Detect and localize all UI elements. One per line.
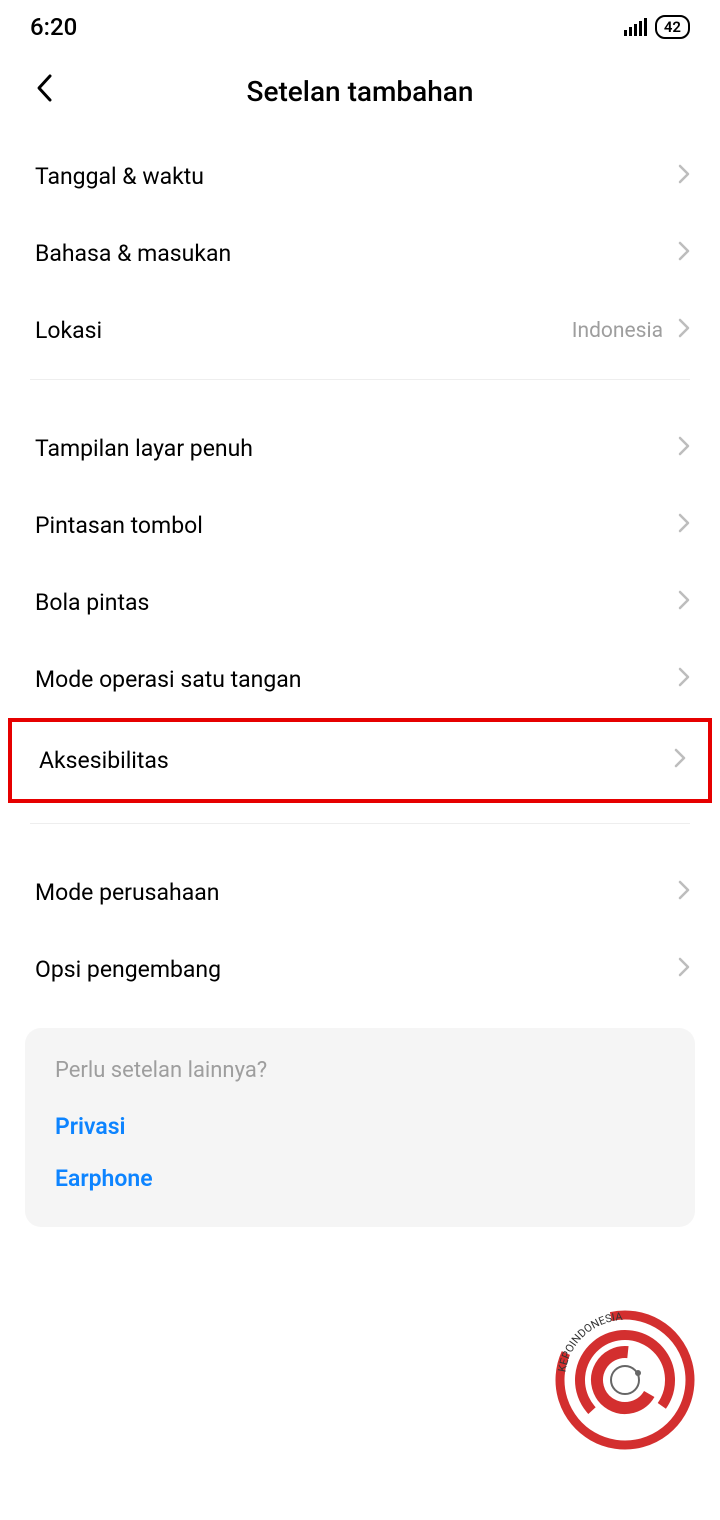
battery-indicator: 42 (655, 15, 690, 39)
settings-item-aksesibilitas[interactable]: Aksesibilitas (12, 722, 708, 799)
chevron-right-icon (678, 513, 690, 539)
settings-item-mode-operasi-satu-tangan[interactable]: Mode operasi satu tangan (0, 641, 720, 718)
settings-item-label: Tanggal & waktu (35, 163, 204, 190)
settings-item-tanggal-waktu[interactable]: Tanggal & waktu (0, 138, 720, 215)
chevron-right-icon (678, 318, 690, 344)
settings-item-label: Bahasa & masukan (35, 240, 231, 267)
chevron-right-icon (678, 667, 690, 693)
chevron-right-icon (678, 880, 690, 906)
status-bar: 6:20 42 (0, 0, 720, 50)
status-time: 6:20 (30, 13, 77, 41)
settings-item-label: Aksesibilitas (39, 747, 169, 774)
settings-item-label: Tampilan layar penuh (35, 435, 253, 462)
highlight-box: Aksesibilitas (8, 718, 712, 803)
chevron-right-icon (678, 957, 690, 983)
settings-item-bahasa-masukan[interactable]: Bahasa & masukan (0, 215, 720, 292)
watermark-logo: KEPOINDONESIA (555, 1310, 695, 1450)
divider (30, 823, 690, 824)
suggestion-link-privasi[interactable]: Privasi (55, 1113, 665, 1140)
settings-item-pintasan-tombol[interactable]: Pintasan tombol (0, 487, 720, 564)
settings-item-label: Lokasi (35, 317, 102, 344)
back-button[interactable] (35, 73, 55, 111)
suggestion-card: Perlu setelan lainnya? Privasi Earphone (25, 1028, 695, 1227)
settings-item-label: Mode perusahaan (35, 879, 219, 906)
divider (30, 379, 690, 380)
chevron-right-icon (678, 164, 690, 190)
settings-item-opsi-pengembang[interactable]: Opsi pengembang (0, 931, 720, 1008)
suggestion-link-earphone[interactable]: Earphone (55, 1165, 665, 1192)
header: Setelan tambahan (0, 50, 720, 138)
settings-item-tampilan-layar-penuh[interactable]: Tampilan layar penuh (0, 410, 720, 487)
settings-item-lokasi[interactable]: Lokasi Indonesia (0, 292, 720, 369)
settings-item-label: Opsi pengembang (35, 956, 221, 983)
suggestion-title: Perlu setelan lainnya? (55, 1058, 665, 1083)
signal-icon (624, 18, 647, 36)
settings-list: Tanggal & waktu Bahasa & masukan Lokasi … (0, 138, 720, 1008)
status-right: 42 (624, 15, 690, 39)
settings-item-value: Indonesia (572, 319, 663, 343)
chevron-right-icon (674, 748, 686, 774)
chevron-right-icon (678, 241, 690, 267)
settings-item-label: Pintasan tombol (35, 512, 203, 539)
settings-item-mode-perusahaan[interactable]: Mode perusahaan (0, 854, 720, 931)
page-title: Setelan tambahan (30, 75, 690, 108)
chevron-right-icon (678, 436, 690, 462)
settings-item-label: Bola pintas (35, 589, 149, 616)
settings-item-bola-pintas[interactable]: Bola pintas (0, 564, 720, 641)
chevron-right-icon (678, 590, 690, 616)
settings-item-label: Mode operasi satu tangan (35, 666, 301, 693)
